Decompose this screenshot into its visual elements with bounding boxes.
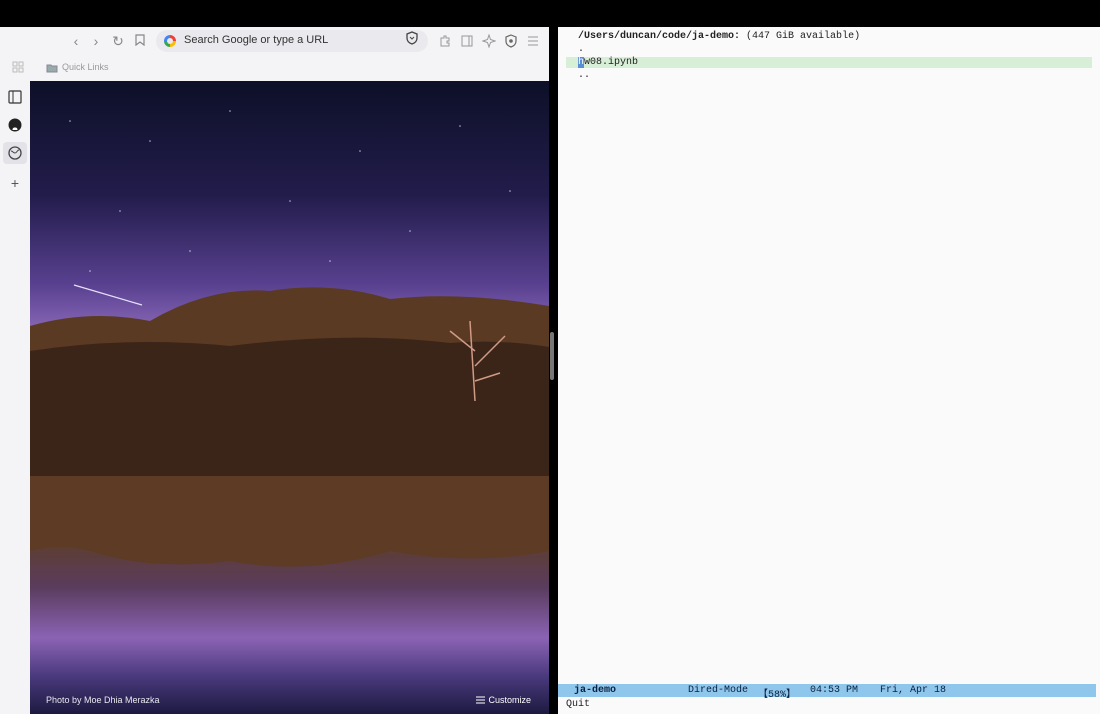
- globe-icon[interactable]: [7, 145, 23, 161]
- modeline-major-mode: Dired-Mode: [688, 685, 749, 696]
- add-icon[interactable]: +: [7, 175, 23, 191]
- dired-available-space: (447 GiB available): [746, 31, 861, 42]
- minibuffer[interactable]: Quit: [566, 699, 590, 710]
- dired-entry-current[interactable]: .: [578, 44, 584, 55]
- modeline-time: 04:53 PM: [810, 685, 859, 696]
- quick-links-folder[interactable]: Quick Links: [62, 62, 109, 72]
- mode-line: ja-demo Dired-Mode 【58%】 04:53 PM Fri, A…: [558, 684, 1096, 701]
- modeline-position: 【58%】: [758, 690, 797, 701]
- emacs-window: /Users/duncan/code/ja-demo: (447 GiB ava…: [558, 27, 1100, 714]
- landscape-photo: [30, 110, 549, 567]
- dired-entry-selected[interactable]: hw08.ipynb: [566, 57, 1092, 68]
- customize-button[interactable]: Customize: [488, 695, 531, 705]
- menu-icon[interactable]: [526, 34, 540, 48]
- browser-toolbar: ‹ › ↻ Search Google or type a URL: [0, 27, 549, 55]
- modeline-date: Fri, Apr 18: [880, 685, 947, 696]
- customize-icon: [476, 696, 485, 704]
- back-icon[interactable]: ‹: [68, 33, 84, 49]
- folder-icon: [46, 64, 58, 73]
- browser-window: ‹ › ↻ Search Google or type a URL Quick …: [0, 27, 549, 714]
- shooting-star: [73, 284, 143, 306]
- sidebar-panel-icon[interactable]: [7, 89, 23, 105]
- address-bar-placeholder: Search Google or type a URL: [184, 34, 329, 46]
- bookmark-icon[interactable]: [132, 33, 148, 49]
- modeline-buffer-name: ja-demo: [574, 685, 617, 696]
- github-icon[interactable]: [7, 117, 23, 133]
- dired-path: /Users/duncan/code/ja-demo:: [578, 31, 741, 42]
- sidebar-toggle-icon[interactable]: [460, 34, 474, 48]
- dired-entry-filename: w08.ipynb: [584, 57, 639, 68]
- forward-icon[interactable]: ›: [88, 33, 104, 49]
- apps-grid-icon[interactable]: [12, 61, 24, 73]
- reload-icon[interactable]: ↻: [110, 33, 126, 49]
- address-bar[interactable]: Search Google or type a URL: [156, 30, 428, 52]
- brave-shield-icon[interactable]: [406, 31, 418, 45]
- vpn-icon[interactable]: [504, 34, 518, 48]
- new-tab-background: Photo by Moe Dhia Merazka Customize: [30, 81, 549, 714]
- browser-sidebar: +: [0, 81, 31, 714]
- dired-header: /Users/duncan/code/ja-demo: (447 GiB ava…: [578, 31, 860, 42]
- google-icon: [164, 35, 176, 47]
- leo-ai-icon[interactable]: [482, 34, 496, 48]
- extensions-icon[interactable]: [438, 34, 452, 48]
- dired-entry-parent[interactable]: ..: [578, 70, 590, 81]
- photo-credit-link[interactable]: Photo by Moe Dhia Merazka: [46, 695, 160, 705]
- bookmarks-bar: Quick Links: [0, 55, 549, 82]
- window-divider-handle[interactable]: [550, 332, 554, 380]
